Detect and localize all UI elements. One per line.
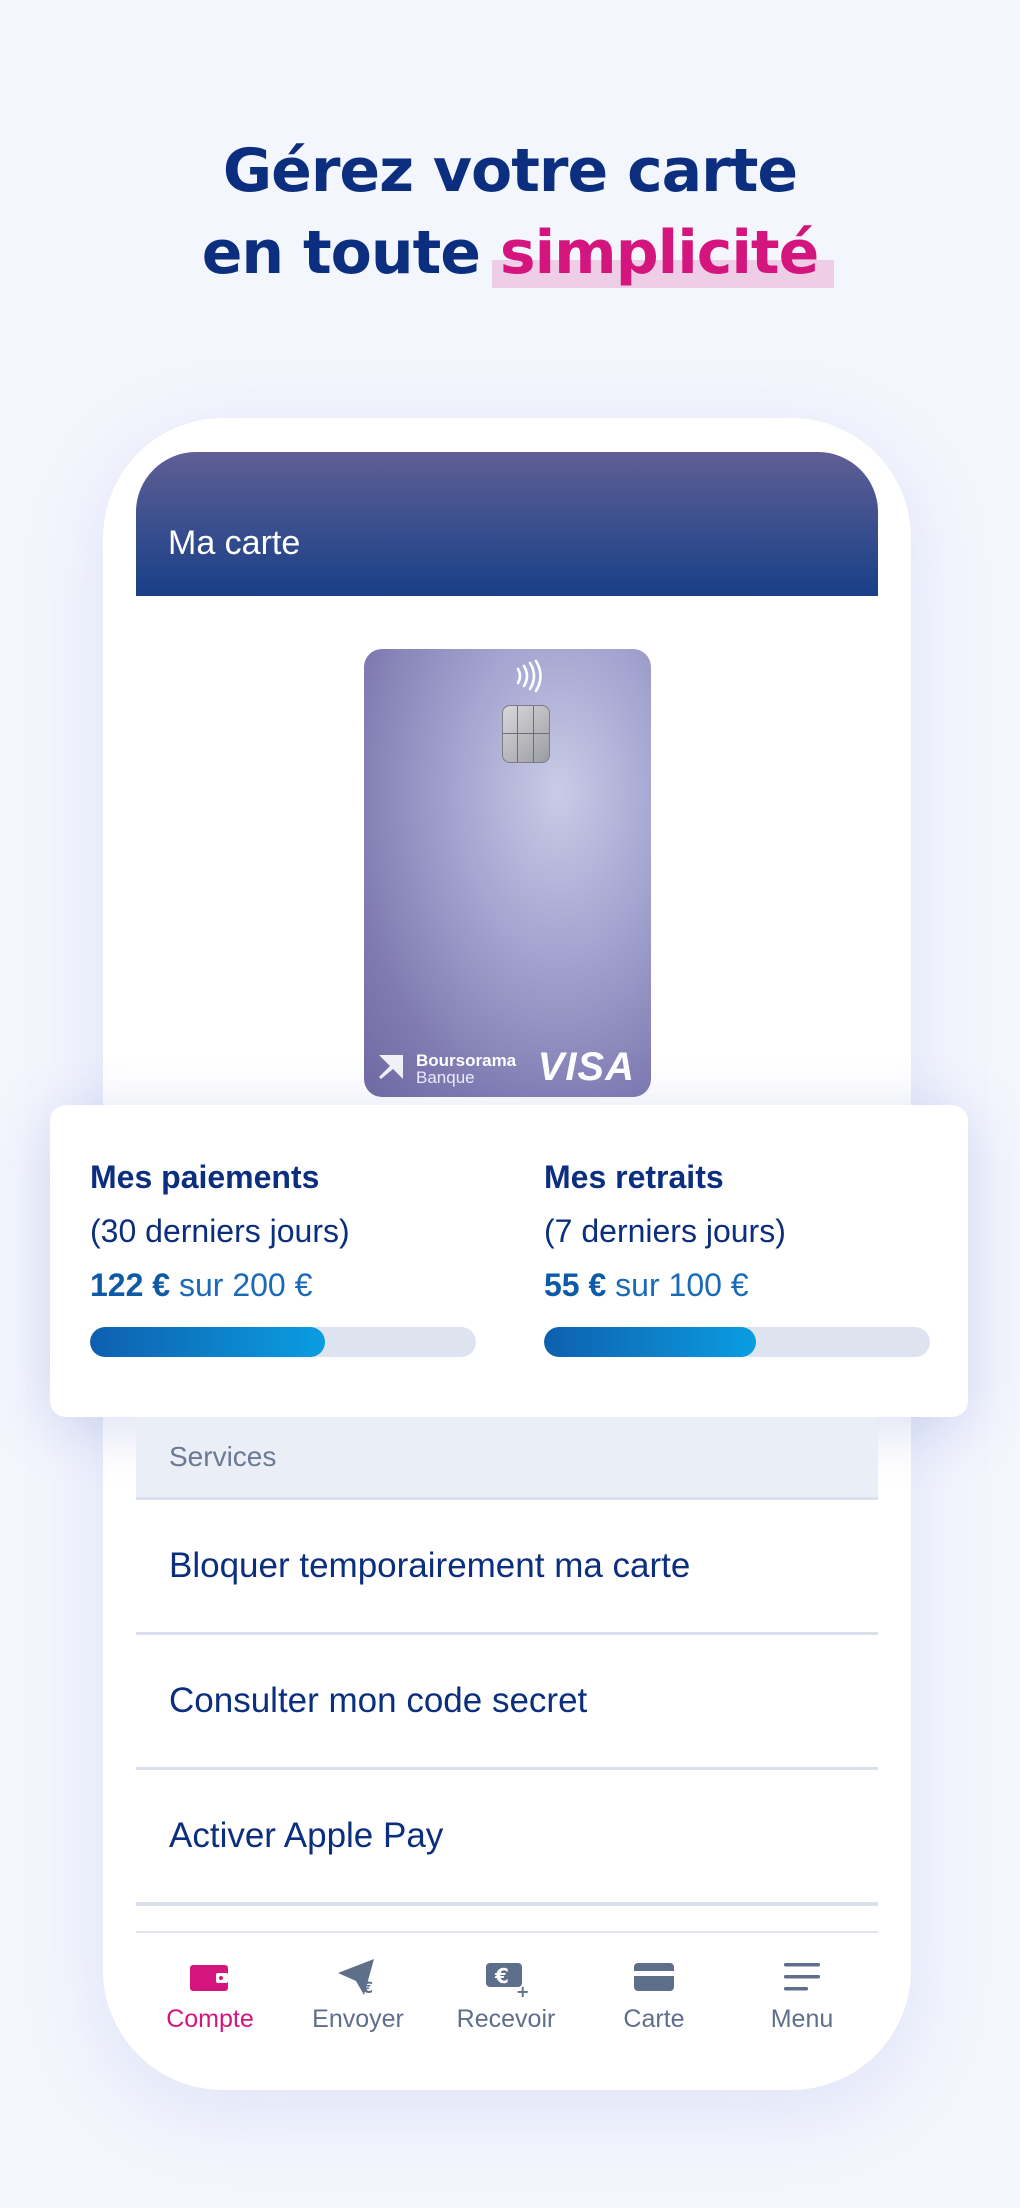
boursorama-logo-icon <box>379 1055 403 1079</box>
apple-pay-label: Activer Apple Pay <box>169 1816 444 1855</box>
payments-progress-fill <box>90 1327 326 1357</box>
wallet-icon <box>190 1965 228 1991</box>
receive-euro-icon: € + <box>486 1963 528 1997</box>
svg-text:+: + <box>516 1982 528 1997</box>
view-pin-item[interactable]: Consulter mon code secret <box>136 1635 878 1771</box>
payments-period: (30 derniers jours) <box>90 1213 350 1249</box>
headline-line2-prefix: en toute <box>201 218 481 288</box>
chip-icon <box>502 705 550 763</box>
tab-recevoir[interactable]: € + Recevoir <box>432 1933 580 2053</box>
withdrawals-period: (7 derniers jours) <box>544 1213 786 1249</box>
withdrawals-limit-total: sur 100 € <box>615 1267 749 1303</box>
tab-recevoir-label: Recevoir <box>456 2005 556 2033</box>
withdrawals-title: Mes retraits <box>544 1159 724 1195</box>
bottom-tab-bar: Compte € Envoyer € + Recevoir Carte Menu <box>136 1931 878 2053</box>
payments-limit-total: sur 200 € <box>178 1267 313 1303</box>
tab-compte[interactable]: Compte <box>136 1933 284 2053</box>
headline-line2: en toute simplicité <box>0 212 1020 294</box>
menu-icon <box>784 1963 820 1991</box>
svg-text:€: € <box>361 1978 373 1997</box>
svg-text:€: € <box>494 1964 509 1988</box>
card-icon <box>634 1963 674 1991</box>
tab-envoyer-label: Envoyer <box>312 2005 404 2033</box>
payments-title: Mes paiements <box>90 1159 320 1195</box>
screen-header: Ma carte <box>136 452 878 596</box>
view-pin-label: Consulter mon code secret <box>169 1681 588 1720</box>
services-label: Services <box>169 1441 277 1472</box>
block-card-label: Bloquer temporairement ma carte <box>169 1546 691 1585</box>
headline-highlight: simplicité <box>491 212 835 294</box>
tab-menu[interactable]: Menu <box>728 1933 876 2053</box>
withdrawals-amount: 55 € <box>544 1267 607 1303</box>
withdrawals-value: 55 € sur 100 € <box>544 1267 749 1304</box>
tab-envoyer[interactable]: € Envoyer <box>284 1933 432 2053</box>
page-title: Ma carte <box>168 524 301 562</box>
withdrawals-progress-bar <box>544 1327 930 1357</box>
headline: Gérez votre carte en toute simplicité <box>0 130 1020 294</box>
payments-progress-bar <box>90 1327 476 1357</box>
contactless-icon <box>516 659 542 693</box>
visa-logo: VISA <box>537 1045 635 1089</box>
apple-pay-item[interactable]: Activer Apple Pay <box>136 1770 878 1906</box>
block-card-item[interactable]: Bloquer temporairement ma carte <box>136 1500 878 1636</box>
payments-value: 122 € sur 200 € <box>90 1267 312 1304</box>
tab-carte[interactable]: Carte <box>580 1933 728 2053</box>
payments-amount: 122 € <box>90 1267 171 1303</box>
withdrawals-progress-fill <box>544 1327 757 1357</box>
services-section-header: Services <box>136 1417 878 1500</box>
tab-menu-label: Menu <box>770 2005 834 2033</box>
send-euro-icon: € <box>338 1959 374 1997</box>
tab-compte-label: Compte <box>166 2005 254 2033</box>
headline-line1: Gérez votre carte <box>222 136 798 206</box>
tab-carte-label: Carte <box>623 2005 685 2033</box>
card-brand-line2: Banque <box>416 1068 475 1087</box>
limits-panel: Mes paiements (30 derniers jours) 122 € … <box>50 1105 968 1417</box>
bank-card[interactable]: Boursorama Banque VISA <box>364 649 651 1097</box>
